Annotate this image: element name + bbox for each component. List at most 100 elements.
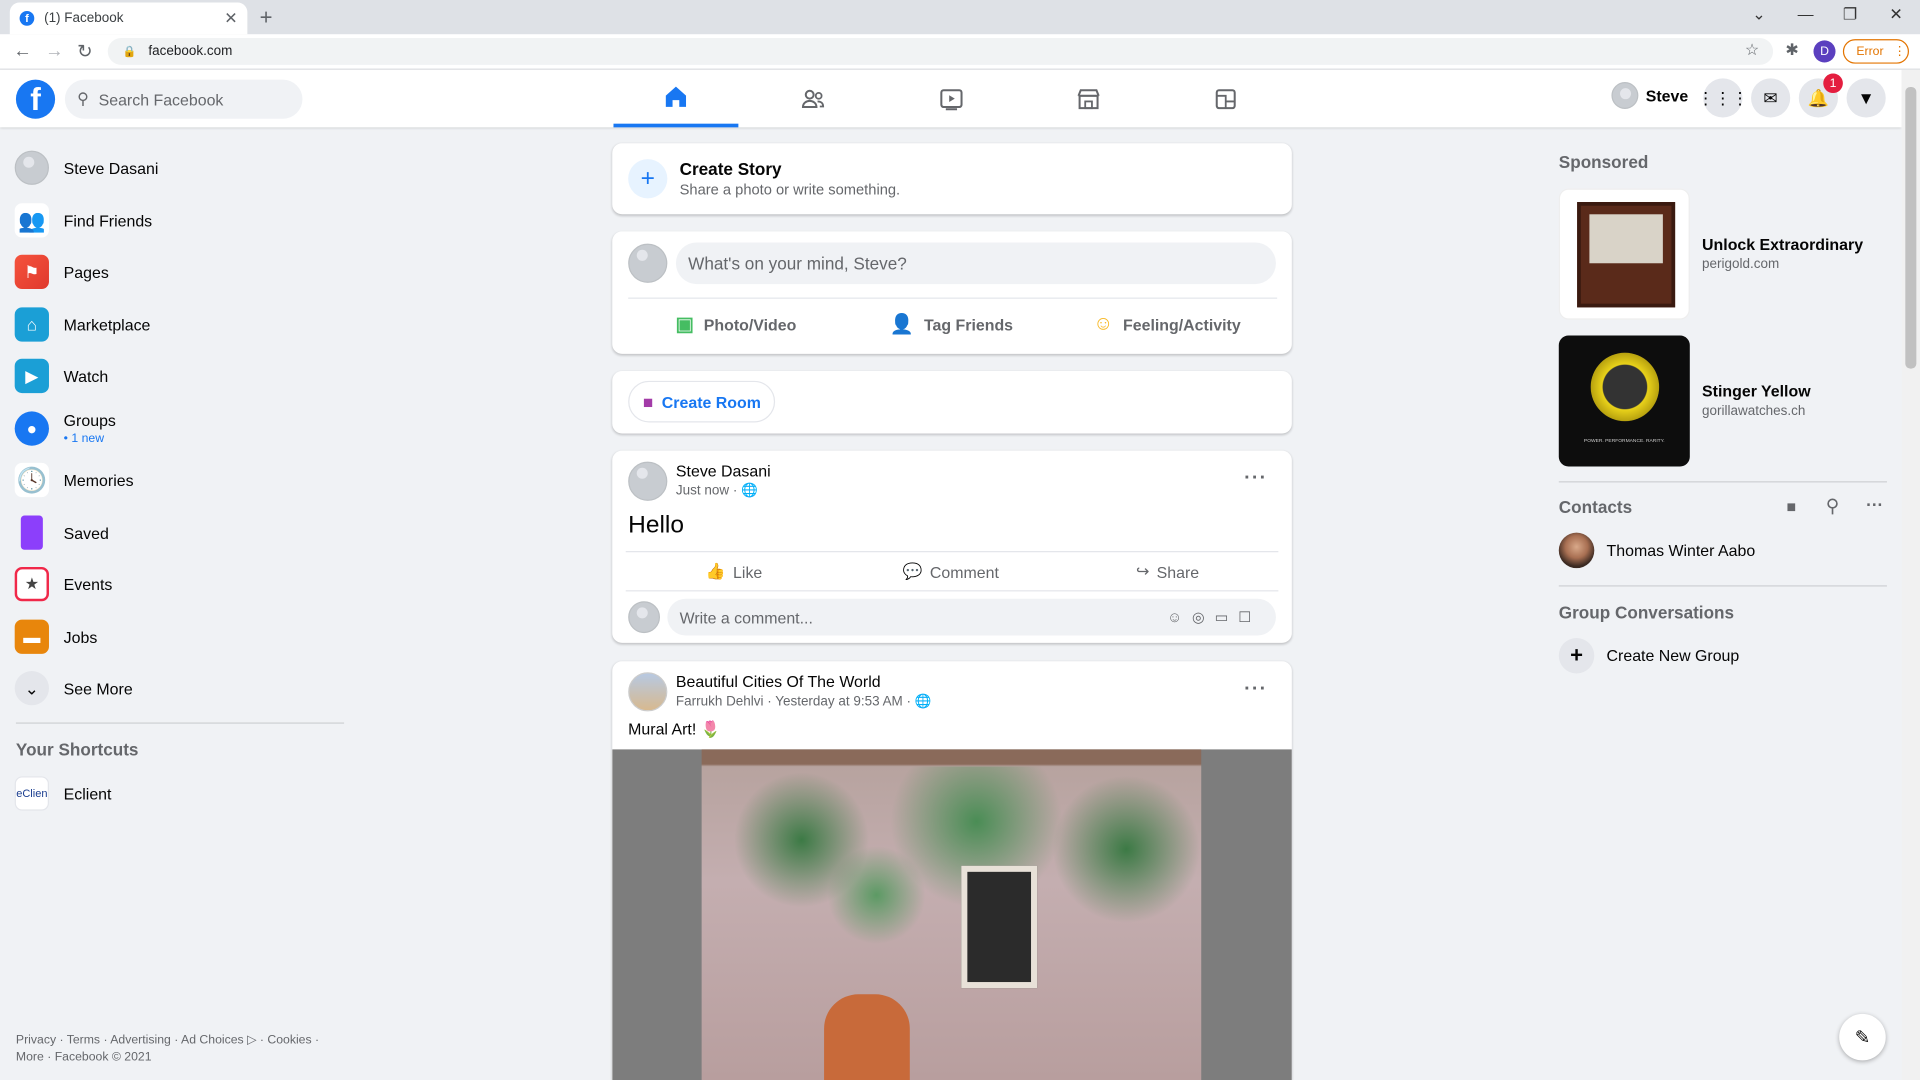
tab-search-icon[interactable]: ⌄ <box>1752 5 1765 25</box>
sidebar-item-label: Jobs <box>63 627 98 646</box>
plus-icon: + <box>628 159 668 199</box>
post-time[interactable]: Just now · <box>676 484 737 499</box>
close-window-icon[interactable]: ✕ <box>1889 5 1902 25</box>
post-options-icon[interactable]: ··· <box>1244 678 1267 700</box>
extensions-icon[interactable]: ✱ <box>1785 40 1798 60</box>
post-image[interactable] <box>612 749 1292 1080</box>
like-label: Like <box>733 562 763 582</box>
search-input[interactable]: ⚲ Search Facebook <box>64 79 303 119</box>
like-button[interactable]: 👍 Like <box>626 555 843 589</box>
sidebar-item-saved[interactable]: Saved <box>15 511 346 555</box>
composer-divider <box>628 297 1278 299</box>
sidebar-item-events[interactable]: ★ Events <box>14 562 346 606</box>
compose-icon: ✎ <box>1854 1027 1871 1049</box>
sidebar-item-pages[interactable]: ⚑ Pages <box>14 250 346 294</box>
close-tab-icon[interactable]: ✕ <box>224 9 237 29</box>
url-bar[interactable]: 🔒 facebook.com <box>107 37 1774 65</box>
eclient-thumbnail: eClien <box>14 776 49 811</box>
post-text: Hello <box>628 511 684 539</box>
create-room-button[interactable]: ■ Create Room <box>628 380 776 423</box>
avatar[interactable] <box>628 461 668 501</box>
post-divider <box>625 590 1279 592</box>
user-profile-chip[interactable]: Steve <box>1611 82 1688 109</box>
sidebar-item-marketplace[interactable]: ⌂ Marketplace <box>14 302 346 346</box>
back-icon[interactable]: ← <box>13 40 31 61</box>
post-card: Steve Dasani Just now · 🌐 ··· Hello 👍 Lik… <box>612 450 1292 643</box>
footer-links[interactable]: Privacy · Terms · Advertising · Ad Choic… <box>16 1032 334 1066</box>
options-icon[interactable]: ··· <box>1866 495 1883 515</box>
share-button[interactable]: ↪ Share <box>1059 555 1276 589</box>
post-header: Steve Dasani Just now · 🌐 <box>676 462 771 499</box>
group-conversations-heading: Group Conversations <box>1558 602 1735 623</box>
photo-video-button[interactable]: ▣ Photo/Video <box>628 305 844 344</box>
home-icon <box>665 86 687 107</box>
tab-watch[interactable] <box>889 70 1014 128</box>
scrollbar[interactable] <box>1901 69 1920 1080</box>
sidebar-item-groups[interactable]: ● Groups • 1 new <box>14 407 346 451</box>
tag-friends-button[interactable]: 👤 Tag Friends <box>844 305 1060 344</box>
chevron-down-icon: ⌄ <box>14 671 49 706</box>
search-icon[interactable]: ⚲ <box>1826 495 1839 517</box>
avatar <box>14 150 49 185</box>
account-menu-button[interactable]: ▼ <box>1846 78 1886 118</box>
menu-grid-button[interactable]: ⋮⋮⋮ <box>1697 78 1749 118</box>
shortcut-item-eclient[interactable]: eClien Eclient <box>14 771 346 815</box>
sponsored-ad[interactable]: POWER. PERFORMANCE. RARITY. Stinger Yell… <box>1558 334 1890 466</box>
caret-down-icon: ▼ <box>1857 88 1875 108</box>
gaming-icon <box>1215 88 1236 109</box>
group-avatar[interactable] <box>628 672 668 712</box>
sponsored-ad[interactable]: Unlock Extraordinary perigold.com <box>1558 187 1890 319</box>
profile-avatar[interactable]: D <box>1813 40 1836 63</box>
feeling-activity-label: Feeling/Activity <box>1123 315 1241 334</box>
facebook-logo-icon[interactable]: f <box>15 79 56 119</box>
globe-icon: 🌐 <box>741 483 758 499</box>
messenger-button[interactable]: ✉ <box>1751 78 1791 118</box>
new-room-icon[interactable]: ■ <box>1787 497 1797 515</box>
rooms-card: ■ Create Room <box>612 371 1292 434</box>
comment-button[interactable]: 💬 Comment <box>842 555 1059 589</box>
sidebar-item-see-more[interactable]: ⌄ See More <box>14 666 346 710</box>
forward-icon[interactable]: → <box>45 40 63 61</box>
post-meta-text[interactable]: Farrukh Dehlvi · Yesterday at 9:53 AM · <box>676 694 911 709</box>
composer-input[interactable]: What's on your mind, Steve? <box>675 242 1276 285</box>
create-room-label: Create Room <box>661 392 761 411</box>
groups-new-badge: • 1 new <box>63 432 105 446</box>
tab-friends[interactable] <box>751 70 876 128</box>
clock-icon: 🕓 <box>14 462 49 498</box>
post-group-name[interactable]: Beautiful Cities Of The World <box>676 672 932 690</box>
new-tab-icon[interactable]: + <box>260 5 273 31</box>
tag-friends-icon: 👤 <box>889 314 915 336</box>
star-icon[interactable]: ☆ <box>1745 40 1759 60</box>
sidebar-item-label: Groups <box>63 411 116 430</box>
error-button[interactable]: Error ⋮ <box>1842 39 1909 64</box>
comment-input[interactable]: Write a comment... ☺◎▭☐ <box>667 598 1276 636</box>
reload-icon[interactable]: ↻ <box>77 40 92 63</box>
restore-icon[interactable]: ❐ <box>1843 5 1857 25</box>
tab-home[interactable] <box>613 70 739 128</box>
tab-marketplace[interactable] <box>1026 70 1151 128</box>
post-options-icon[interactable]: ··· <box>1244 468 1267 490</box>
composer-card: What's on your mind, Steve? ▣ Photo/Vide… <box>612 231 1292 354</box>
contact-item[interactable]: Thomas Winter Aabo <box>1558 532 1755 569</box>
sidebar-item-find-friends[interactable]: 👥 Find Friends <box>14 198 346 242</box>
comment-tools-icon[interactable]: ☺◎▭☐ <box>1167 609 1261 626</box>
minimize-icon[interactable]: — <box>1798 5 1814 23</box>
feeling-activity-button[interactable]: ☺ Feeling/Activity <box>1059 305 1275 344</box>
create-story-subtitle: Share a photo or write something. <box>679 181 901 199</box>
sidebar-item-jobs[interactable]: ▬ Jobs <box>14 615 346 659</box>
create-story-card[interactable]: + Create Story Share a photo or write so… <box>612 143 1292 215</box>
browser-tab[interactable]: f (1) Facebook ✕ <box>9 2 248 35</box>
feeling-icon: ☺ <box>1093 313 1114 335</box>
tab-gaming[interactable] <box>1163 70 1288 128</box>
new-message-button[interactable]: ✎ <box>1839 1013 1886 1061</box>
sponsored-heading: Sponsored <box>1558 151 1649 172</box>
create-new-group-button[interactable]: + Create New Group <box>1558 637 1739 674</box>
sidebar-item-profile[interactable]: Steve Dasani <box>14 146 346 190</box>
marketplace-icon <box>1077 88 1100 109</box>
comment-placeholder: Write a comment... <box>679 607 813 627</box>
post-author[interactable]: Steve Dasani <box>676 462 771 480</box>
sidebar-item-watch[interactable]: ▶ Watch <box>14 354 346 398</box>
sidebar-divider <box>15 722 345 724</box>
scrollbar-thumb[interactable] <box>1905 86 1917 369</box>
sidebar-item-memories[interactable]: 🕓 Memories <box>14 458 346 502</box>
